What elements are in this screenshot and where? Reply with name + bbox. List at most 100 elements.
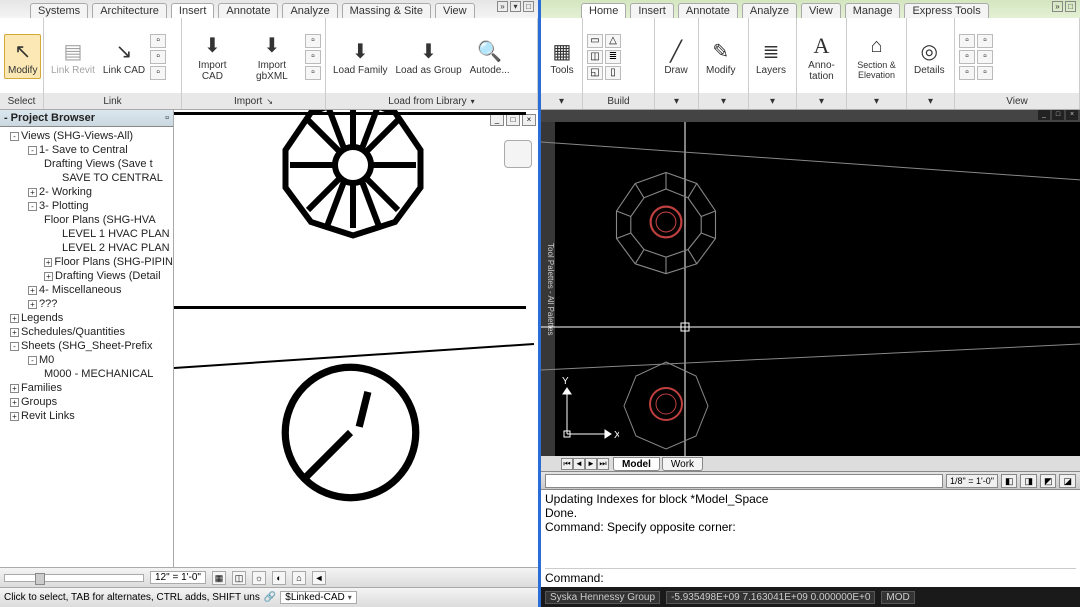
command-input[interactable] [604,571,1076,585]
tree-node[interactable]: +Floor Plans (SHG-PIPIN [0,255,173,269]
expand-icon[interactable]: + [10,384,19,393]
tree-node[interactable]: +Groups [0,395,173,409]
ribbon-more-icon[interactable]: » [497,1,508,12]
modify-button[interactable]: ↖ Modify [4,34,41,79]
tab-insert[interactable]: Insert [171,3,215,18]
zoom-slider[interactable] [4,574,144,582]
tree-node[interactable]: M000 - MECHANICAL [0,367,173,381]
stair-icon[interactable]: ≣ [605,50,621,64]
tab-analyze[interactable]: Analyze [282,3,337,18]
col-icon[interactable]: ▯ [605,66,621,80]
minimize-icon[interactable]: _ [490,114,504,126]
group-label-details-dd[interactable]: ▾ [907,93,954,109]
hide-icon[interactable]: ◄ [312,571,326,585]
roof-icon[interactable]: △ [605,34,621,48]
group-label-import[interactable]: Import↘ [182,93,325,109]
visual-style-icon[interactable]: ◫ [232,571,246,585]
v4-icon[interactable]: ▫ [977,34,993,48]
expand-icon[interactable]: - [10,342,19,351]
current-link-combo[interactable]: $Linked-CAD [280,591,357,604]
prop1-icon[interactable]: ◧ [1001,474,1018,488]
tree-node[interactable]: Floor Plans (SHG-HVA [0,213,173,227]
insert-file-icon[interactable]: ▫ [305,34,321,48]
import-gbxml-button[interactable]: ⬇ Import gbXML [241,30,303,84]
tab-view[interactable]: View [435,3,475,18]
tab-systems[interactable]: Systems [30,3,88,18]
expand-icon[interactable]: + [10,314,19,323]
prev-tab-icon[interactable]: ◄ [573,458,585,470]
acad-modelspace[interactable]: Tool Palettes - All Palettes [541,122,1080,456]
draw-button[interactable]: ╱Draw [659,35,693,78]
revit-drawing-canvas[interactable]: _ □ × [174,110,538,567]
wall-icon[interactable]: ▭ [587,34,603,48]
door-icon[interactable]: ◫ [587,50,603,64]
tab-manage[interactable]: Manage [845,3,901,18]
layout-model-tab[interactable]: Model [613,457,660,471]
expand-icon[interactable]: + [28,300,37,309]
tree-node[interactable]: +Legends [0,311,173,325]
manage-icon[interactable]: ▫ [305,66,321,80]
tree-node[interactable]: -M0 [0,353,173,367]
shadows-icon[interactable]: ◐ [272,571,286,585]
decal-icon[interactable]: ▫ [150,50,166,64]
group-label-modify-dd[interactable]: ▾ [699,93,748,109]
tab-home[interactable]: Home [581,3,626,18]
dwf-icon[interactable]: ▫ [150,34,166,48]
group-label-tools-dd[interactable]: ▾ [541,93,582,109]
tree-node[interactable]: +??? [0,297,173,311]
tools-button[interactable]: ▦Tools [545,35,579,78]
tree-node[interactable]: -1- Save to Central [0,143,173,157]
group-label-draw-dd[interactable]: ▾ [655,93,698,109]
autodesk-seek-button[interactable]: 🔍 Autode... [467,35,513,78]
last-tab-icon[interactable]: ⏭ [597,458,609,470]
prop4-icon[interactable]: ◪ [1059,474,1076,488]
v2-icon[interactable]: ▫ [959,50,975,64]
expand-icon[interactable]: + [28,286,37,295]
sun-path-icon[interactable]: ☼ [252,571,266,585]
load-dropdown-icon[interactable]: ▾ [471,97,475,106]
tree-node[interactable]: +Revit Links [0,409,173,423]
annoscale-combo[interactable]: 1/8" = 1'-0" [946,474,998,488]
tab-annotate[interactable]: Annotate [218,3,278,18]
nav-wheel-icon[interactable] [504,140,532,168]
expand-icon[interactable]: - [10,132,19,141]
first-tab-icon[interactable]: ⏮ [561,458,573,470]
panel-options-icon[interactable]: ▫ [165,112,169,124]
project-browser-tree[interactable]: -Views (SHG-Views-All)-1- Save to Centra… [0,127,173,567]
annotation-button[interactable]: AAnno-tation [801,30,842,84]
v5-icon[interactable]: ▫ [977,50,993,64]
close-view-icon[interactable]: × [522,114,536,126]
load-as-group-button[interactable]: ⬇ Load as Group [392,35,464,78]
ribbon-collapse-icon[interactable]: □ [523,1,534,12]
tree-node[interactable]: +Schedules/Quantities [0,325,173,339]
section-elev-button[interactable]: ⌂Section & Elevation [851,31,902,83]
tab-massing-site[interactable]: Massing & Site [342,3,431,18]
tree-node[interactable]: +4- Miscellaneous [0,283,173,297]
tree-node[interactable]: +Drafting Views (Detail [0,269,173,283]
prop2-icon[interactable]: ◨ [1020,474,1037,488]
v1-icon[interactable]: ▫ [959,34,975,48]
view-scale[interactable]: 12" = 1'-0" [150,571,206,584]
more-tabs-icon[interactable]: » [1052,1,1063,12]
image-icon[interactable]: ▫ [305,50,321,64]
tree-node[interactable]: SAVE TO CENTRAL [0,171,173,185]
link-revit-button[interactable]: ▤ Link Revit [48,35,98,78]
group-label-anno-dd[interactable]: ▾ [797,93,846,109]
load-family-button[interactable]: ⬇ Load Family [330,35,390,78]
tree-node[interactable]: Drafting Views (Save t [0,157,173,171]
expand-icon[interactable]: + [44,258,52,267]
import-cad-button[interactable]: ⬇ Import CAD [186,30,239,84]
crop-icon[interactable]: ⌂ [292,571,306,585]
expand-icon[interactable]: + [10,412,19,421]
expand-icon[interactable]: - [28,146,37,155]
layers-button[interactable]: ≣Layers [753,35,789,78]
group-label-load[interactable]: Load from Library▾ [326,93,537,109]
mode-indicator[interactable]: MOD [881,591,914,604]
v3-icon[interactable]: ▫ [959,66,975,80]
max-doc-icon[interactable]: □ [1052,110,1064,120]
tree-node[interactable]: +Families [0,381,173,395]
expand-icon[interactable]: + [10,398,19,407]
tab-architecture[interactable]: Architecture [92,3,167,18]
prop3-icon[interactable]: ◩ [1040,474,1057,488]
modify-button-r[interactable]: ✎Modify [703,35,738,78]
